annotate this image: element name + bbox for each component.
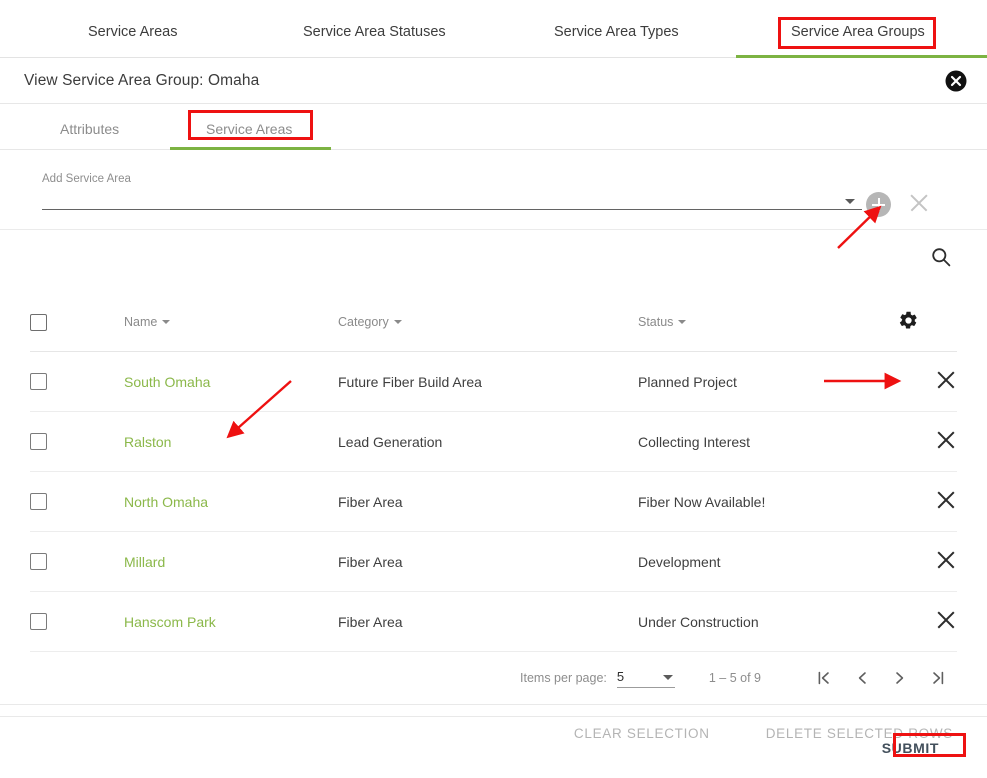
cell-name: North Omaha xyxy=(124,471,338,532)
secondary-tab-bar: Attributes Service Areas xyxy=(0,104,987,150)
row-actions-cell xyxy=(898,531,957,592)
cell-category: Fiber Area xyxy=(338,591,638,652)
form-footer: SUBMIT xyxy=(0,716,987,778)
close-icon[interactable] xyxy=(908,192,930,214)
row-actions-cell xyxy=(898,591,957,652)
close-icon[interactable] xyxy=(935,429,957,451)
page-title: View Service Area Group: Omaha xyxy=(24,71,260,89)
subtab-attributes[interactable]: Attributes xyxy=(60,121,119,137)
gear-icon[interactable] xyxy=(898,311,919,334)
service-area-link[interactable]: Hanscom Park xyxy=(124,614,216,630)
page-range-label: 1 – 5 of 9 xyxy=(708,671,761,685)
cell-category: Lead Generation xyxy=(338,411,638,472)
column-header-name[interactable]: Name xyxy=(124,292,338,352)
cell-status: Fiber Now Available! xyxy=(638,471,898,532)
close-icon[interactable] xyxy=(935,549,957,571)
plus-circle-icon[interactable] xyxy=(866,192,891,217)
cell-status: Collecting Interest xyxy=(638,411,898,472)
chevron-down-icon xyxy=(662,674,673,680)
cell-status: Planned Project xyxy=(638,351,898,412)
service-area-link[interactable]: North Omaha xyxy=(124,494,208,510)
service-area-link[interactable]: South Omaha xyxy=(124,374,210,390)
row-select-cell xyxy=(30,591,124,652)
table-row[interactable]: Millard Fiber Area Development xyxy=(30,531,957,592)
cell-name: South Omaha xyxy=(124,351,338,412)
items-per-page-label: Items per page: xyxy=(520,671,607,685)
cell-status: Under Construction xyxy=(638,591,898,652)
service-area-link[interactable]: Ralston xyxy=(124,434,171,450)
add-service-area-input[interactable] xyxy=(42,209,862,210)
row-actions-cell xyxy=(898,351,957,412)
tab-service-areas[interactable]: Service Areas xyxy=(88,24,177,40)
select-all-header xyxy=(30,292,124,352)
cell-name: Ralston xyxy=(124,411,338,472)
close-icon[interactable] xyxy=(935,369,957,391)
primary-tab-bar: Service Areas Service Area Statuses Serv… xyxy=(0,0,987,58)
close-icon[interactable] xyxy=(935,489,957,511)
column-header-category[interactable]: Category xyxy=(338,292,638,352)
row-checkbox[interactable] xyxy=(30,553,47,571)
cell-category: Fiber Area xyxy=(338,471,638,532)
table-row[interactable]: South Omaha Future Fiber Build Area Plan… xyxy=(30,351,957,412)
close-circle-icon[interactable] xyxy=(945,70,967,92)
search-icon[interactable] xyxy=(931,247,951,272)
column-settings-header xyxy=(898,292,957,352)
row-checkbox[interactable] xyxy=(30,613,47,631)
paginator: Items per page: 5 1 – 5 of 9 xyxy=(30,652,957,704)
row-actions-cell xyxy=(898,411,957,472)
sort-caret-icon[interactable] xyxy=(678,319,687,324)
submit-button[interactable]: SUBMIT xyxy=(872,734,949,762)
row-select-cell xyxy=(30,411,124,472)
cell-category: Future Fiber Build Area xyxy=(338,351,638,412)
sort-caret-icon[interactable] xyxy=(393,319,402,324)
tab-service-area-types[interactable]: Service Area Types xyxy=(554,24,679,40)
service-area-link[interactable]: Millard xyxy=(124,554,165,570)
row-checkbox[interactable] xyxy=(30,373,47,391)
chevron-down-icon[interactable] xyxy=(845,199,855,204)
row-select-cell xyxy=(30,351,124,412)
chevron-right-icon[interactable] xyxy=(881,669,919,687)
cell-name: Hanscom Park xyxy=(124,591,338,652)
service-areas-table-container: Name Category Status South Omaha Future … xyxy=(0,292,987,652)
row-checkbox[interactable] xyxy=(30,433,47,451)
cell-category: Fiber Area xyxy=(338,531,638,592)
cell-name: Millard xyxy=(124,531,338,592)
subtab-service-areas[interactable]: Service Areas xyxy=(206,121,292,137)
table-toolbar xyxy=(0,230,987,292)
table-row[interactable]: Ralston Lead Generation Collecting Inter… xyxy=(30,411,957,472)
sort-caret-icon[interactable] xyxy=(162,319,171,324)
items-per-page-value: 5 xyxy=(616,668,625,684)
row-checkbox[interactable] xyxy=(30,493,47,511)
first-page-icon[interactable] xyxy=(805,669,843,687)
row-select-cell xyxy=(30,531,124,592)
add-service-area-label: Add Service Area xyxy=(42,173,131,185)
tab-service-area-statuses[interactable]: Service Area Statuses xyxy=(303,24,446,40)
row-select-cell xyxy=(30,471,124,532)
last-page-icon[interactable] xyxy=(919,669,957,687)
select-all-checkbox[interactable] xyxy=(30,313,47,331)
items-per-page-select[interactable]: 5 xyxy=(616,668,675,688)
add-service-area-section: Add Service Area xyxy=(0,150,987,230)
table-body: South Omaha Future Fiber Build Area Plan… xyxy=(30,351,957,652)
table-row[interactable]: North Omaha Fiber Area Fiber Now Availab… xyxy=(30,471,957,532)
table-row[interactable]: Hanscom Park Fiber Area Under Constructi… xyxy=(30,591,957,652)
chevron-left-icon[interactable] xyxy=(843,669,881,687)
close-icon[interactable] xyxy=(935,609,957,631)
view-header: View Service Area Group: Omaha xyxy=(0,58,987,104)
tab-service-area-groups[interactable]: Service Area Groups xyxy=(791,24,925,40)
table-header-row: Name Category Status xyxy=(30,292,957,352)
cell-status: Development xyxy=(638,531,898,592)
column-header-status[interactable]: Status xyxy=(638,292,898,352)
row-actions-cell xyxy=(898,471,957,532)
service-areas-table: Name Category Status South Omaha Future … xyxy=(30,292,957,652)
